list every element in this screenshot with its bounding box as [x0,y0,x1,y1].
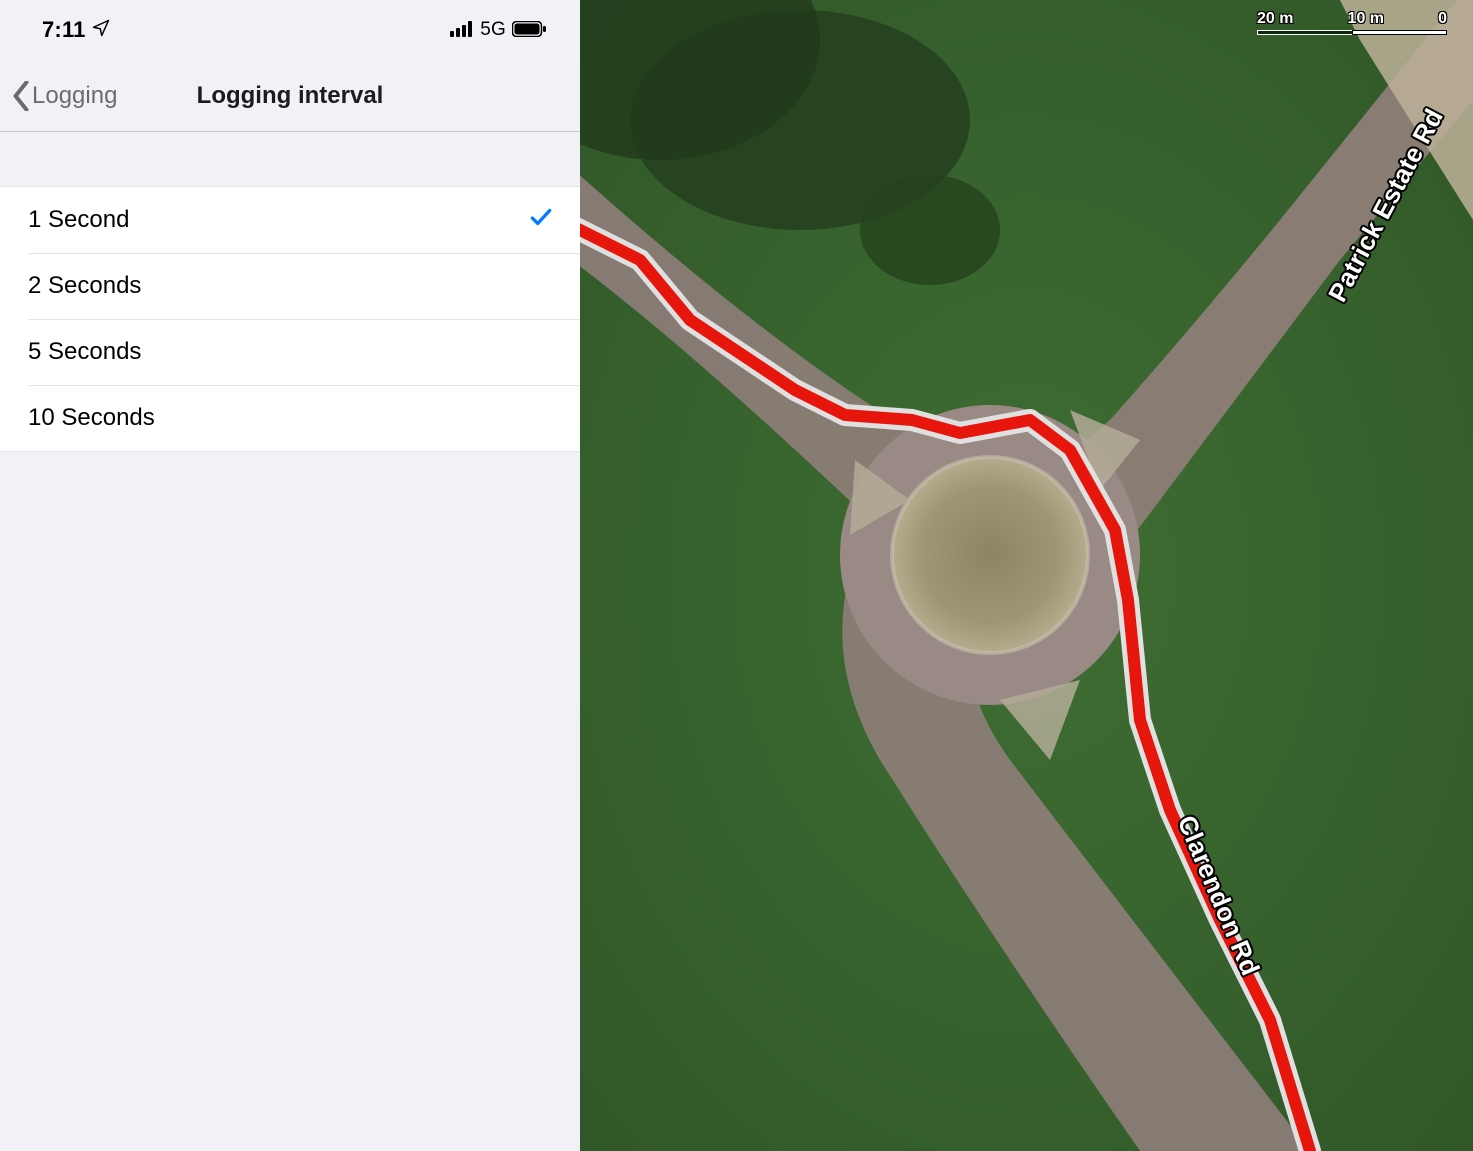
network-type-label: 5G [480,19,506,41]
location-icon [92,17,110,43]
interval-option-list: 1 Second 2 Seconds 5 Seconds 10 Seconds [0,186,580,452]
map-scale-bar: 20 m 10 m 0 [1257,10,1447,35]
option-label: 2 Seconds [28,272,141,300]
interval-option-1s[interactable]: 1 Second [0,187,580,253]
cellular-signal-icon [450,17,474,43]
interval-option-10s[interactable]: 10 Seconds [0,385,580,451]
scale-tick-mid: 10 m [1348,10,1384,28]
chevron-left-icon [12,81,30,111]
scale-tick-right: 0 [1438,10,1447,28]
option-label: 5 Seconds [28,338,141,366]
nav-bar: Logging Logging interval [0,60,580,132]
section-spacer [0,132,580,186]
checkmark-icon [528,204,554,237]
option-label: 10 Seconds [28,404,155,432]
back-label: Logging [32,82,117,110]
settings-panel: 7:11 5G [0,0,580,1151]
status-bar: 7:11 5G [0,0,580,60]
back-button[interactable]: Logging [12,81,117,111]
page-title: Logging interval [197,82,384,110]
status-time: 7:11 [42,17,86,43]
scale-tick-left: 20 m [1257,10,1293,28]
satellite-map [580,0,1473,1151]
option-label: 1 Second [28,206,129,234]
battery-icon [512,17,546,43]
interval-option-5s[interactable]: 5 Seconds [0,319,580,385]
map-view[interactable]: Patrick Estate Rd Clarendon Rd 20 m 10 m… [580,0,1473,1151]
interval-option-2s[interactable]: 2 Seconds [0,253,580,319]
